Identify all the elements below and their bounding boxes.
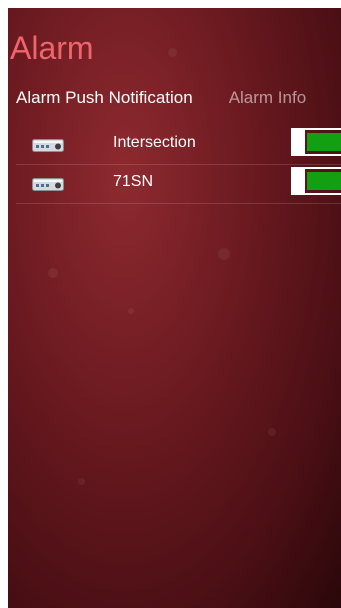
background-bokeh: [78, 478, 85, 485]
background-bokeh: [168, 48, 177, 57]
pivot-header: Alarm Push Notification Alarm Info: [16, 88, 306, 108]
dvr-device-icon: [32, 178, 64, 191]
toggle-thumb[interactable]: [291, 167, 305, 195]
page-title: Alarm: [10, 30, 94, 66]
device-list: Intersection 71SN: [8, 126, 341, 204]
list-item: Intersection: [16, 126, 341, 165]
toggle-fill: [307, 133, 341, 151]
background-bokeh: [268, 428, 276, 436]
toggle-thumb[interactable]: [291, 128, 305, 156]
list-item: 71SN: [16, 165, 341, 204]
push-toggle[interactable]: [291, 167, 341, 195]
dvr-device-icon: [32, 139, 64, 152]
toggle-fill: [307, 172, 341, 190]
background-bokeh: [48, 268, 58, 278]
push-toggle[interactable]: [291, 128, 341, 156]
background-bokeh: [218, 248, 230, 260]
phone-screen: Alarm Alarm Push Notification Alarm Info …: [8, 8, 341, 608]
device-name: 71SN: [113, 173, 154, 190]
device-name: Intersection: [113, 134, 196, 151]
tab-alarm-push-notification[interactable]: Alarm Push Notification: [16, 88, 193, 108]
tab-alarm-info[interactable]: Alarm Info: [229, 88, 306, 108]
background-bokeh: [128, 308, 134, 314]
